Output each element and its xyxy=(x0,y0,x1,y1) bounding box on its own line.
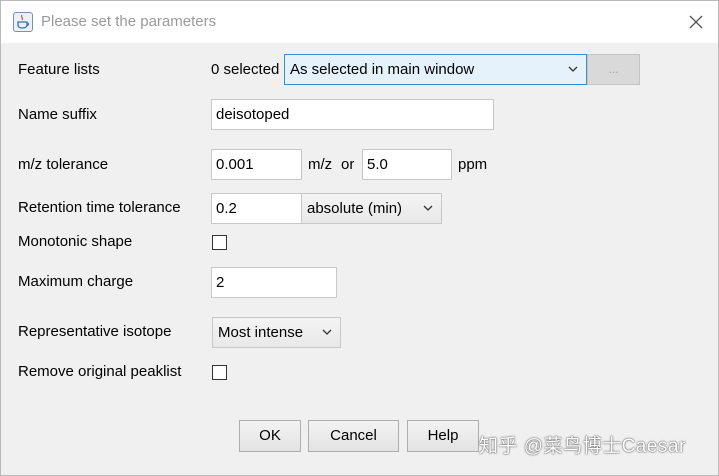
rt-tolerance-mode-select[interactable]: absolute (min) xyxy=(301,193,442,224)
java-cup-icon xyxy=(13,12,33,32)
monotonic-shape-label: Monotonic shape xyxy=(18,233,133,250)
maximum-charge-input[interactable] xyxy=(211,267,337,298)
feature-lists-select-value: As selected in main window xyxy=(290,61,475,78)
feature-lists-select[interactable]: As selected in main window xyxy=(284,54,587,85)
rt-tolerance-mode-value: absolute (min) xyxy=(307,200,403,217)
chevron-down-icon xyxy=(423,194,433,223)
rt-tolerance-label: Retention time tolerance xyxy=(18,199,181,216)
parameters-dialog: Please set the parameters Feature lists … xyxy=(0,0,719,476)
remove-original-checkbox[interactable] xyxy=(212,365,227,380)
mz-unit-label: m/z xyxy=(308,156,333,173)
chevron-down-icon xyxy=(568,55,578,84)
mz-tolerance-input[interactable] xyxy=(211,149,302,180)
monotonic-shape-checkbox[interactable] xyxy=(212,235,227,250)
close-icon[interactable] xyxy=(685,11,707,33)
dialog-title: Please set the parameters xyxy=(41,13,217,30)
feature-lists-label: Feature lists xyxy=(18,61,100,78)
remove-original-label: Remove original peaklist xyxy=(18,363,182,380)
representative-isotope-label: Representative isotope xyxy=(18,323,172,340)
representative-isotope-value: Most intense xyxy=(218,324,304,341)
ok-button[interactable]: OK xyxy=(239,420,301,452)
title-bar[interactable]: Please set the parameters xyxy=(1,1,718,43)
feature-lists-count: 0 selected xyxy=(211,61,280,78)
feature-lists-more-button[interactable]: ... xyxy=(587,54,640,85)
name-suffix-label: Name suffix xyxy=(18,106,97,123)
watermark: 知乎 @菜鸟博士Caesar xyxy=(479,436,686,457)
rt-tolerance-input[interactable] xyxy=(211,193,302,224)
name-suffix-input[interactable] xyxy=(211,99,494,130)
ppm-tolerance-input[interactable] xyxy=(362,149,452,180)
help-button[interactable]: Help xyxy=(407,420,479,452)
mz-tolerance-label: m/z tolerance xyxy=(18,156,109,173)
chevron-down-icon xyxy=(322,318,332,347)
representative-isotope-select[interactable]: Most intense xyxy=(212,317,341,348)
cancel-button[interactable]: Cancel xyxy=(308,420,399,452)
maximum-charge-label: Maximum charge xyxy=(18,273,134,290)
or-label: or xyxy=(341,156,355,173)
ppm-unit-label: ppm xyxy=(458,156,488,173)
